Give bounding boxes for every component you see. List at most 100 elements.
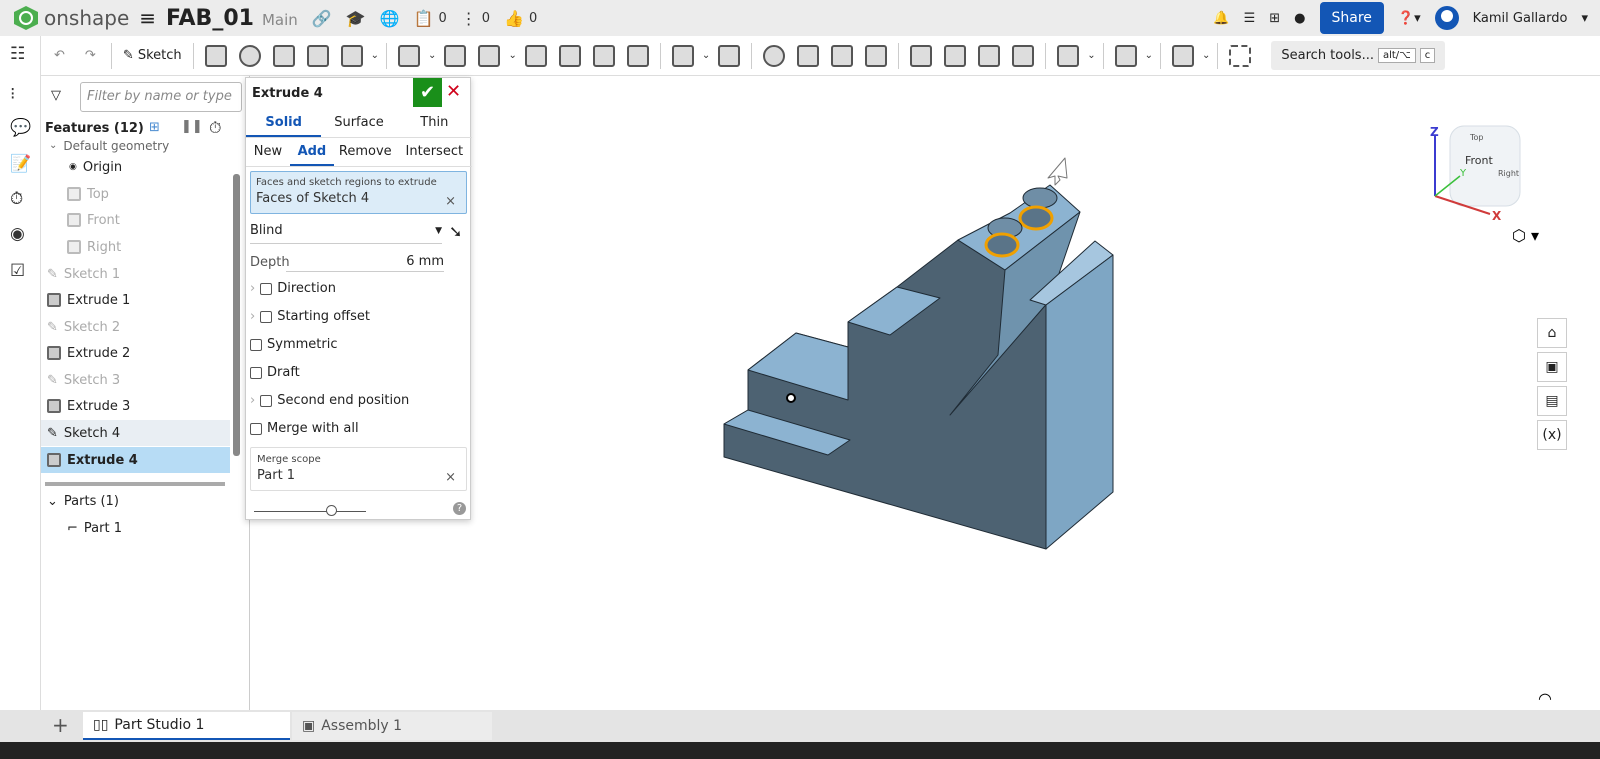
like-button[interactable]: 👍 0 <box>504 9 537 28</box>
user-menu[interactable]: Kamil Gallardo <box>1473 11 1568 26</box>
document-title[interactable]: FAB_01 <box>166 6 254 31</box>
chevron-down-icon[interactable]: ⌄ <box>1202 50 1210 61</box>
undo-icon[interactable]: ↶ <box>54 48 65 63</box>
rollback-timer-icon[interactable]: ⏱ <box>209 118 221 138</box>
feature-list-scrollbar[interactable] <box>233 174 240 456</box>
op-add[interactable]: Add <box>289 139 334 166</box>
pattern-icon[interactable] <box>671 44 694 67</box>
merge-all-option[interactable]: Merge with all <box>250 421 359 436</box>
merge-all-checkbox[interactable] <box>250 422 262 435</box>
branches-button[interactable]: ⋮ 0 <box>461 9 490 28</box>
starting-offset-checkbox[interactable] <box>260 310 273 323</box>
explode-button[interactable]: ▤ <box>1537 386 1567 416</box>
variables-icon[interactable]: ⁝ <box>10 84 15 104</box>
thicken-icon[interactable] <box>340 44 363 67</box>
comments-icon[interactable]: 💬 <box>10 118 31 138</box>
checklist-icon[interactable]: ☑ <box>10 261 25 281</box>
app-store-icon[interactable]: ⊞ <box>1269 11 1280 26</box>
rib-icon[interactable] <box>524 44 547 67</box>
transform-icon[interactable] <box>831 44 854 67</box>
learning-icon[interactable]: 🎓 <box>346 9 366 28</box>
starting-offset-option[interactable]: › Starting offset <box>250 309 370 324</box>
flip-direction-icon[interactable]: ➘ <box>449 222 462 241</box>
filter-input[interactable]: Filter by name or type <box>80 82 242 112</box>
hole-icon[interactable] <box>592 44 615 67</box>
feature-extrude-3[interactable]: Extrude 3 <box>41 393 230 419</box>
feature-right-plane[interactable]: Right <box>41 234 230 260</box>
direction-option[interactable]: › Direction <box>250 281 336 296</box>
draft-option[interactable]: Draft <box>250 365 300 380</box>
viewcube-top[interactable]: Top <box>1469 133 1484 142</box>
sweep-icon[interactable] <box>272 44 295 67</box>
add-folder-icon[interactable]: ⊞ <box>149 120 160 135</box>
notes-icon[interactable]: 📝 <box>10 154 31 174</box>
pause-icon[interactable]: ❚❚ <box>181 119 203 134</box>
boolean-icon[interactable] <box>763 44 786 67</box>
clear-icon[interactable]: × <box>445 470 456 485</box>
fillet-icon[interactable] <box>398 44 421 67</box>
link-icon[interactable]: 🔗 <box>312 9 332 28</box>
op-intersect[interactable]: Intersect <box>397 139 472 166</box>
clear-icon[interactable]: × <box>445 194 456 209</box>
end-type-select[interactable]: Blind ▼ <box>250 223 442 244</box>
accept-button[interactable]: ✔ <box>413 78 442 107</box>
view-mode-icon[interactable]: ⬡ ▾ <box>1512 226 1539 245</box>
feature-extrude-1[interactable]: Extrude 1 <box>41 287 230 313</box>
symmetric-checkbox[interactable] <box>250 338 262 351</box>
add-custom-feature-icon[interactable] <box>1229 44 1252 67</box>
thread-icon[interactable] <box>626 44 649 67</box>
slider-handle[interactable] <box>326 505 337 516</box>
chevron-down-icon[interactable]: ▾ <box>1581 11 1588 26</box>
sheet-metal-icon[interactable] <box>1114 44 1137 67</box>
render-mode-button[interactable]: ⌂ <box>1537 318 1567 348</box>
selection-field[interactable]: Faces and sketch regions to extrude Face… <box>250 171 467 214</box>
performance-icon[interactable]: ⏱ <box>10 189 23 209</box>
chevron-down-icon[interactable]: ⌄ <box>508 50 516 61</box>
sketch-button[interactable]: ✎ Sketch <box>123 48 182 63</box>
move-face-icon[interactable] <box>978 44 1001 67</box>
op-new[interactable]: New <box>246 139 290 166</box>
menu-icon[interactable]: ≡ <box>139 6 156 30</box>
extrude-icon[interactable] <box>204 44 227 67</box>
op-remove[interactable]: Remove <box>334 139 397 166</box>
feature-sketch-1[interactable]: ✎ Sketch 1 <box>41 261 230 287</box>
search-tools-input[interactable]: Search tools... alt/⌥ c <box>1271 41 1446 70</box>
split-icon[interactable] <box>797 44 820 67</box>
feature-sketch-4[interactable]: ✎ Sketch 4 <box>41 420 230 446</box>
tab-surface[interactable]: Surface <box>321 110 396 137</box>
feature-origin[interactable]: ◉ Origin <box>41 154 230 180</box>
revolve-icon[interactable] <box>238 44 261 67</box>
frame-icon[interactable] <box>1172 44 1194 67</box>
delete-part-icon[interactable] <box>865 44 888 67</box>
measure-icon[interactable]: ◠ <box>1538 689 1552 708</box>
depth-input[interactable]: 6 mm <box>286 254 444 272</box>
cancel-button[interactable]: ✕ <box>446 81 461 102</box>
filter-icon[interactable]: ▽ <box>51 88 61 103</box>
direction-checkbox[interactable] <box>260 282 273 295</box>
second-end-option[interactable]: › Second end position <box>250 393 409 408</box>
globe-icon[interactable]: 🌐 <box>380 9 400 28</box>
feature-extrude-2[interactable]: Extrude 2 <box>41 340 230 366</box>
help-icon[interactable]: ? <box>453 502 466 515</box>
tab-solid[interactable]: Solid <box>246 110 322 137</box>
chevron-down-icon[interactable]: ⌄ <box>1087 50 1095 61</box>
replace-face-icon[interactable] <box>1012 44 1035 67</box>
loft-icon[interactable] <box>306 44 329 67</box>
viewcube-front[interactable]: Front <box>1465 154 1494 167</box>
chevron-down-icon[interactable]: ⌄ <box>428 50 436 61</box>
detail-slider[interactable] <box>254 511 366 512</box>
tasks-icon[interactable]: ☰ <box>1244 11 1256 26</box>
tab-part-studio-1[interactable]: ▯▯ Part Studio 1 <box>83 712 290 740</box>
viewcube-right[interactable]: Right <box>1498 169 1519 178</box>
modify-fillet-icon[interactable] <box>910 44 933 67</box>
mirror-icon[interactable] <box>718 44 741 67</box>
chevron-down-icon[interactable]: ⌄ <box>1145 50 1153 61</box>
notifications-icon[interactable]: 🔔 <box>1213 11 1229 26</box>
section-view-button[interactable]: ▣ <box>1537 352 1567 382</box>
versions-button[interactable]: 📋 0 <box>414 9 447 28</box>
avatar[interactable] <box>1434 6 1459 30</box>
parts-folder[interactable]: ⌄ Parts (1) <box>41 488 230 514</box>
merge-scope-field[interactable]: Merge scope Part 1 × <box>250 447 467 491</box>
add-tab-icon[interactable]: + <box>52 713 69 737</box>
feature-sketch-3[interactable]: ✎ Sketch 3 <box>41 367 230 393</box>
